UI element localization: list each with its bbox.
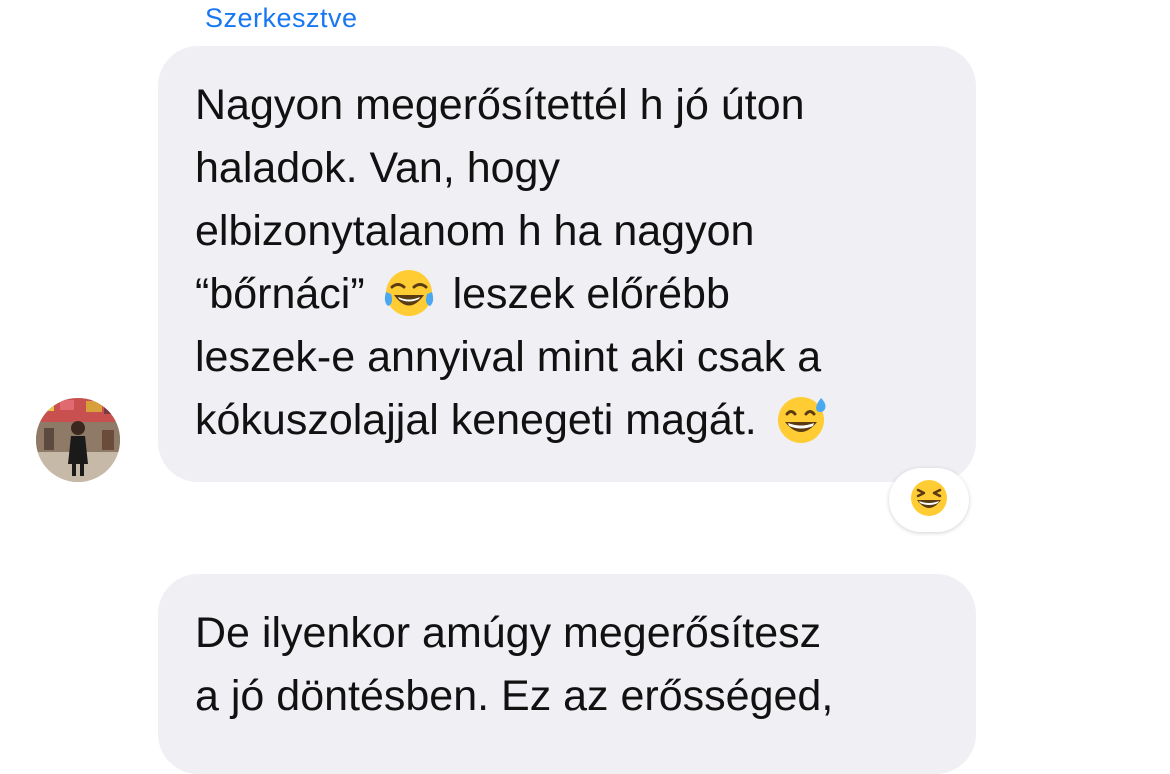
reaction-badge[interactable] (889, 468, 969, 532)
message-line: leszek-e annyival mint aki csak a (195, 333, 822, 381)
grinning-squinting-face-icon (909, 478, 949, 523)
message-line: a jó döntésben. Ez az erősséged, (195, 672, 834, 720)
avatar[interactable] (36, 398, 120, 482)
message-line: De ilyenkor amúgy megerősítesz (195, 609, 822, 657)
message-bubble-2[interactable]: De ilyenkor amúgy megerősítesz a jó dönt… (158, 574, 976, 774)
message-line-with-emoji: kókuszolajjal kenegeti magát. (195, 389, 946, 452)
message-line: Nagyon megerősítettél h jó úton (195, 81, 805, 129)
edited-label: Szerkesztve (205, 3, 358, 33)
message-bubble-1[interactable]: Nagyon megerősítettél h jó úton haladok.… (158, 46, 976, 482)
grinning-face-with-sweat-icon (775, 394, 829, 462)
message-text: “bőrnáci” (195, 270, 365, 318)
message-text: kókuszolajjal kenegeti magát. (195, 396, 757, 444)
message-line: haladok. Van, hogy (195, 144, 560, 192)
message-text: leszek előrébb (452, 270, 730, 318)
avatar-photo (36, 398, 120, 482)
message-line: elbizonytalanom h ha nagyon (195, 207, 755, 255)
message-line-with-emoji: “bőrnáci” leszek előrébb (195, 263, 946, 326)
